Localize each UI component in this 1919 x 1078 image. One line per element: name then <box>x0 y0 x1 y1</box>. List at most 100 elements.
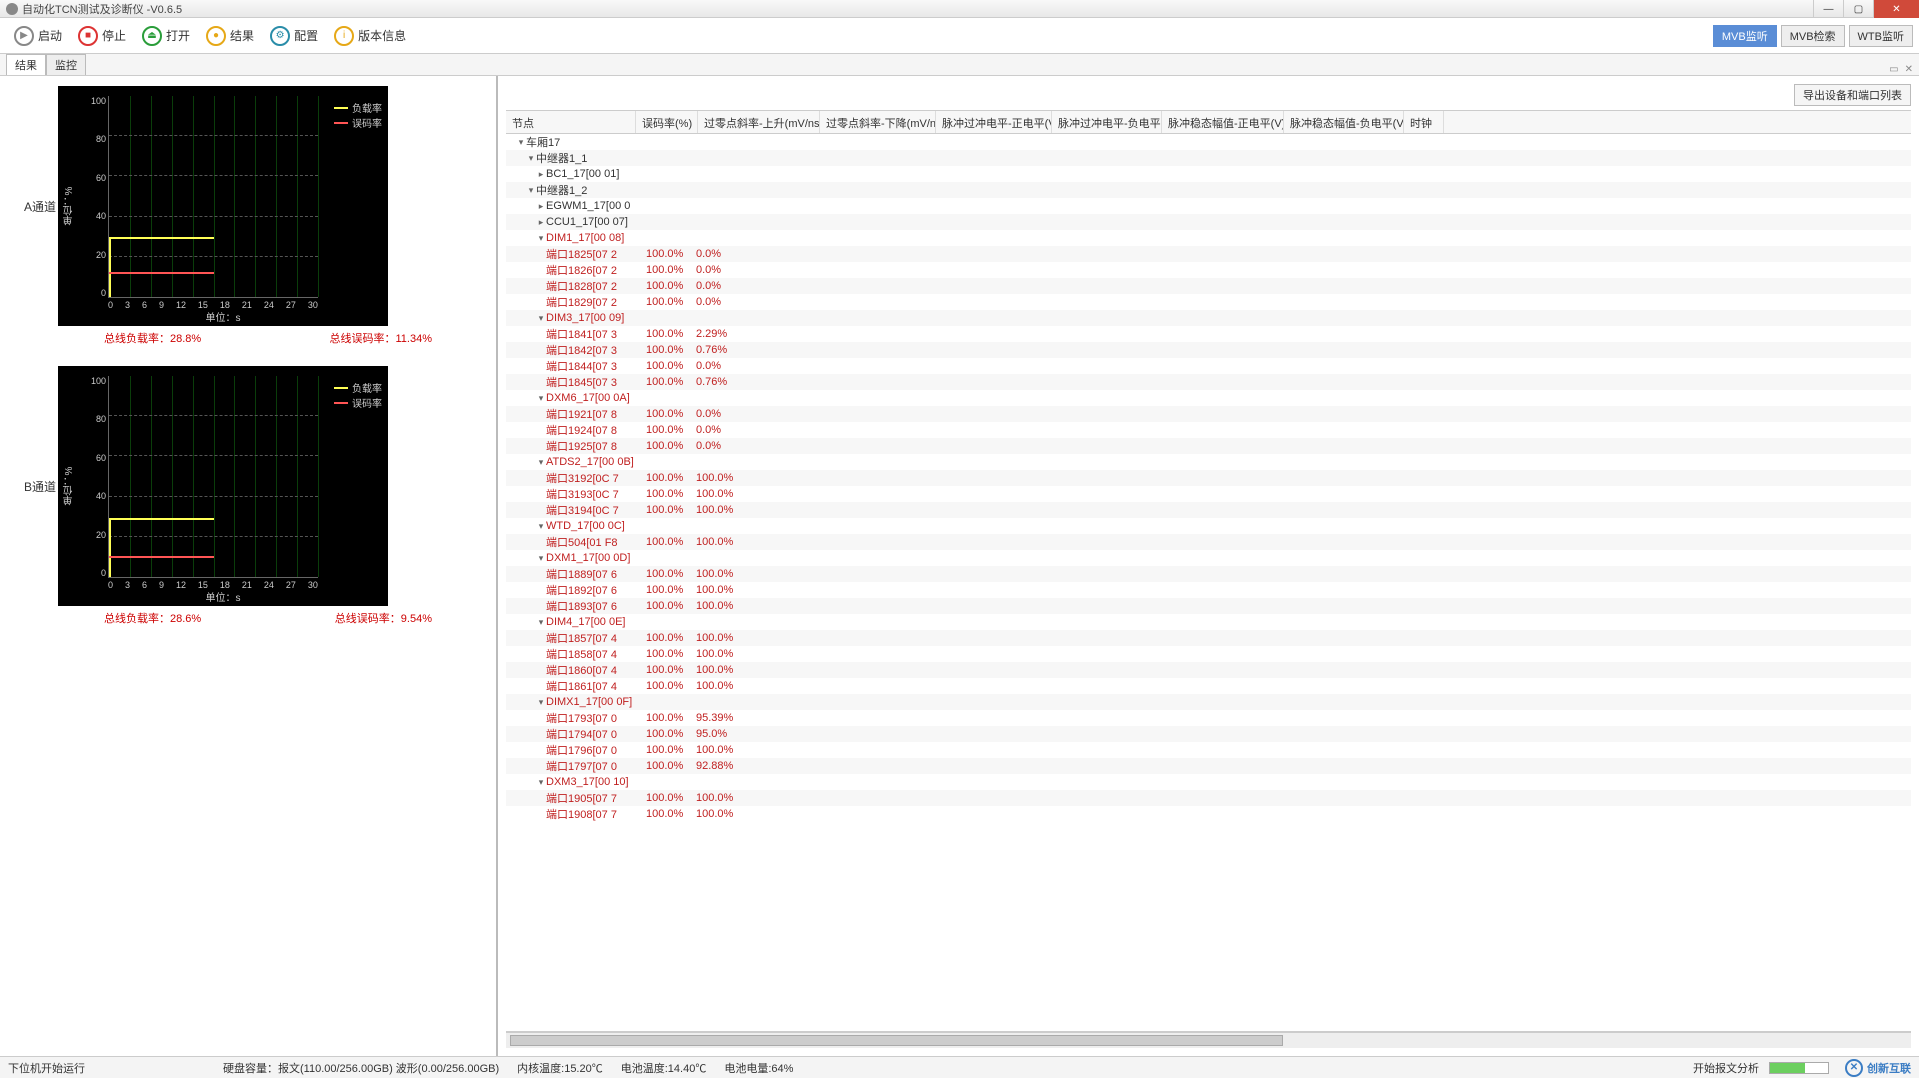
col-amp-pos[interactable]: 脉冲稳态幅值-正电平(V) <box>1162 111 1284 133</box>
tree-row[interactable]: 端口1844[07 3100.0%0.0% <box>506 358 1911 374</box>
tree-row[interactable]: 端口1860[07 4100.0%100.0% <box>506 662 1911 678</box>
tree-row[interactable]: 端口3192[0C 7100.0%100.0% <box>506 470 1911 486</box>
caret-icon[interactable]: ▾ <box>536 777 546 788</box>
tree-row[interactable]: 端口1924[07 8100.0%0.0% <box>506 422 1911 438</box>
caret-icon[interactable]: ▸ <box>536 169 546 180</box>
wtb-listen-tab[interactable]: WTB监听 <box>1849 25 1913 47</box>
col-over-neg[interactable]: 脉冲过冲电平-负电平(V) <box>1052 111 1162 133</box>
port-label: 端口1889[07 6 <box>546 566 646 582</box>
mvb-listen-tab[interactable]: MVB监听 <box>1713 25 1777 47</box>
tree-row[interactable]: 端口1842[07 3100.0%0.76% <box>506 342 1911 358</box>
version-button[interactable]: i 版本信息 <box>326 22 414 50</box>
tree-row[interactable]: ▸BC1_17[00 01] <box>506 166 1911 182</box>
tree-row[interactable]: 端口1841[07 3100.0%2.29% <box>506 326 1911 342</box>
tree-row[interactable]: 端口1858[07 4100.0%100.0% <box>506 646 1911 662</box>
tree-row[interactable]: 端口1892[07 6100.0%100.0% <box>506 582 1911 598</box>
tree-body[interactable]: ▾车厢17▾中继器1_1▸BC1_17[00 01]▾中继器1_2▸EGWM1_… <box>506 134 1911 1032</box>
port-label: 端口1860[07 4 <box>546 662 646 678</box>
col-amp-neg[interactable]: 脉冲稳态幅值-负电平(V) <box>1284 111 1404 133</box>
tree-row[interactable]: 端口1893[07 6100.0%100.0% <box>506 598 1911 614</box>
result-button[interactable]: ● 结果 <box>198 22 262 50</box>
caret-icon[interactable]: ▾ <box>536 233 546 244</box>
col-err[interactable]: 误码率(%) <box>636 111 698 133</box>
tree-row[interactable]: ▾DIM4_17[00 0E] <box>506 614 1911 630</box>
minimize-button[interactable]: — <box>1813 0 1843 18</box>
tree-row[interactable]: 端口1796[07 0100.0%100.0% <box>506 742 1911 758</box>
col-slope-up[interactable]: 过零点斜率-上升(mV/ns) <box>698 111 820 133</box>
caret-icon[interactable]: ▾ <box>536 697 546 708</box>
port-label: 端口1844[07 3 <box>546 358 646 374</box>
tree-row[interactable]: ▾DXM1_17[00 0D] <box>506 550 1911 566</box>
caret-icon[interactable]: ▾ <box>526 153 536 164</box>
tree-row[interactable]: 端口1845[07 3100.0%0.76% <box>506 374 1911 390</box>
port-label: 端口1924[07 8 <box>546 422 646 438</box>
tab-result[interactable]: 结果 <box>6 54 46 75</box>
tree-row[interactable]: 端口3193[0C 7100.0%100.0% <box>506 486 1911 502</box>
close-button[interactable]: ✕ <box>1873 0 1919 18</box>
caret-icon[interactable]: ▾ <box>516 137 526 148</box>
status-bar: 下位机开始运行 硬盘容量：报文(110.00/256.00GB) 波形(0.00… <box>0 1056 1919 1078</box>
open-button[interactable]: ⏏ 打开 <box>134 22 198 50</box>
port-label: 端口1793[07 0 <box>546 710 646 726</box>
tree-row[interactable]: ▾WTD_17[00 0C] <box>506 518 1911 534</box>
caret-icon[interactable]: ▸ <box>536 217 546 228</box>
export-button[interactable]: 导出设备和端口列表 <box>1794 84 1911 106</box>
caret-icon[interactable]: ▾ <box>536 553 546 564</box>
tree-row[interactable]: ▾DXM6_17[00 0A] <box>506 390 1911 406</box>
tree-row[interactable]: 端口1826[07 2100.0%0.0% <box>506 262 1911 278</box>
scrollbar-thumb[interactable] <box>510 1035 1283 1046</box>
tree-row[interactable]: ▾DIM1_17[00 08] <box>506 230 1911 246</box>
gear-icon: ⚙ <box>270 26 290 46</box>
tree-row[interactable]: 端口1828[07 2100.0%0.0% <box>506 278 1911 294</box>
tree-row[interactable]: 端口1825[07 2100.0%0.0% <box>506 246 1911 262</box>
tree-row[interactable]: 端口3194[0C 7100.0%100.0% <box>506 502 1911 518</box>
tree-row[interactable]: 端口1925[07 8100.0%0.0% <box>506 438 1911 454</box>
config-button[interactable]: ⚙ 配置 <box>262 22 326 50</box>
tab-close-icon[interactable]: ✕ <box>1905 64 1913 75</box>
caret-icon[interactable]: ▾ <box>536 393 546 404</box>
maximize-button[interactable]: ▢ <box>1843 0 1873 18</box>
col-node[interactable]: 节点 <box>506 111 636 133</box>
port-label: 端口1921[07 8 <box>546 406 646 422</box>
col-clock[interactable]: 时钟 <box>1404 111 1444 133</box>
tree-row[interactable]: ▾ATDS2_17[00 0B] <box>506 454 1911 470</box>
tree-row[interactable]: 端口1794[07 0100.0%95.0% <box>506 726 1911 742</box>
caret-icon[interactable]: ▾ <box>536 617 546 628</box>
caret-icon[interactable]: ▾ <box>536 457 546 468</box>
tree-row[interactable]: 端口1905[07 7100.0%100.0% <box>506 790 1911 806</box>
stop-button[interactable]: ■ 停止 <box>70 22 134 50</box>
caret-icon[interactable]: ▾ <box>536 313 546 324</box>
tree-row[interactable]: ▾DIM3_17[00 09] <box>506 310 1911 326</box>
tree-row[interactable]: 端口1921[07 8100.0%0.0% <box>506 406 1911 422</box>
mvb-search-tab[interactable]: MVB检索 <box>1781 25 1845 47</box>
tree-row[interactable]: 端口504[01 F8100.0%100.0% <box>506 534 1911 550</box>
tab-monitor[interactable]: 监控 <box>46 54 86 75</box>
tree-row[interactable]: ▾DIMX1_17[00 0F] <box>506 694 1911 710</box>
tree-row[interactable]: 端口1908[07 7100.0%100.0% <box>506 806 1911 822</box>
h-scrollbar[interactable] <box>506 1032 1911 1048</box>
tree-row[interactable]: ▾车厢17 <box>506 134 1911 150</box>
channel-a-label: A通道 <box>24 198 58 215</box>
col-over-pos[interactable]: 脉冲过冲电平-正电平(V) <box>936 111 1052 133</box>
tree-row[interactable]: 端口1861[07 4100.0%100.0% <box>506 678 1911 694</box>
tree-row[interactable]: ▾中继器1_2 <box>506 182 1911 198</box>
status-left: 下位机开始运行 <box>8 1060 85 1076</box>
tab-float-icon[interactable]: ▭ <box>1889 64 1898 75</box>
tree-row[interactable]: 端口1857[07 4100.0%100.0% <box>506 630 1911 646</box>
start-button[interactable]: ▶ 启动 <box>6 22 70 50</box>
caret-icon[interactable]: ▾ <box>526 185 536 196</box>
node-label: DIM3_17[00 09] <box>546 312 624 324</box>
tree-row[interactable]: ▸CCU1_17[00 07] <box>506 214 1911 230</box>
caret-icon[interactable]: ▸ <box>536 201 546 212</box>
col-slope-down[interactable]: 过零点斜率-下降(mV/ns) <box>820 111 936 133</box>
tree-row[interactable]: 端口1889[07 6100.0%100.0% <box>506 566 1911 582</box>
port-label: 端口1842[07 3 <box>546 342 646 358</box>
tree-row[interactable]: 端口1829[07 2100.0%0.0% <box>506 294 1911 310</box>
tree-row[interactable]: ▾DXM3_17[00 10] <box>506 774 1911 790</box>
tree-row[interactable]: 端口1793[07 0100.0%95.39% <box>506 710 1911 726</box>
tree-row[interactable]: ▾中继器1_1 <box>506 150 1911 166</box>
tree-row[interactable]: 端口1797[07 0100.0%92.88% <box>506 758 1911 774</box>
tree-row[interactable]: ▸EGWM1_17[00 0 <box>506 198 1911 214</box>
caret-icon[interactable]: ▾ <box>536 521 546 532</box>
b-err-stat: 总线误码率：9.54% <box>335 610 432 626</box>
